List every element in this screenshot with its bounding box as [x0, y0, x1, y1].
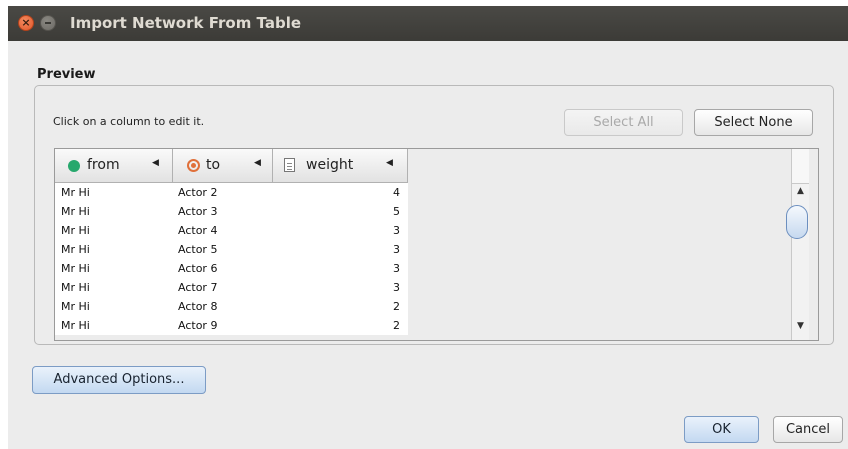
cell-to: Actor 4	[178, 224, 218, 237]
scroll-down-icon[interactable]: ▼	[797, 321, 804, 331]
column-menu-arrow-icon[interactable]: ◀	[386, 158, 393, 168]
cell-weight: 2	[393, 319, 400, 332]
window-title: Import Network From Table	[70, 14, 302, 32]
cancel-button[interactable]: Cancel	[773, 416, 843, 443]
table-row[interactable]: Mr Hi Actor 7 3	[55, 278, 408, 297]
cell-to: Actor 8	[178, 300, 218, 313]
table-row[interactable]: Mr Hi Actor 5 3	[55, 240, 408, 259]
preview-section-label: Preview	[37, 67, 96, 82]
cell-from: Mr Hi	[61, 281, 90, 294]
table-row[interactable]: Mr Hi Actor 3 5	[55, 202, 408, 221]
advanced-options-button[interactable]: Advanced Options...	[32, 366, 206, 394]
cell-from: Mr Hi	[61, 262, 90, 275]
table-row[interactable]: Mr Hi Actor 8 2	[55, 297, 408, 316]
cell-to: Actor 3	[178, 205, 218, 218]
table-row[interactable]: Mr Hi Actor 2 4	[55, 183, 408, 202]
table-body: Mr Hi Actor 2 4 Mr Hi Actor 3 5 Mr Hi Actor 4…	[55, 183, 408, 335]
column-header-label: from	[87, 157, 120, 173]
ok-button[interactable]: OK	[684, 416, 759, 443]
cell-weight: 3	[393, 224, 400, 237]
cell-from: Mr Hi	[61, 300, 90, 313]
column-header-label: to	[206, 157, 221, 173]
cell-from: Mr Hi	[61, 319, 90, 332]
cell-from: Mr Hi	[61, 186, 90, 199]
vertical-scrollbar[interactable]: ▲ ▼	[786, 149, 809, 340]
cell-to: Actor 6	[178, 262, 218, 275]
scrollbar-header-corner	[792, 149, 809, 184]
table-row[interactable]: Mr Hi Actor 9 2	[55, 316, 408, 335]
cell-from: Mr Hi	[61, 205, 90, 218]
select-none-button[interactable]: Select None	[694, 109, 813, 136]
title-bar: × Import Network From Table	[8, 6, 848, 41]
table-row[interactable]: Mr Hi Actor 6 3	[55, 259, 408, 278]
column-header-from[interactable]: from ◀	[55, 149, 173, 183]
cell-to: Actor 7	[178, 281, 218, 294]
close-icon[interactable]: ×	[18, 15, 34, 31]
cell-weight: 5	[393, 205, 400, 218]
cell-weight: 2	[393, 300, 400, 313]
cell-weight: 4	[393, 186, 400, 199]
cell-weight: 3	[393, 262, 400, 275]
cell-weight: 3	[393, 243, 400, 256]
cell-from: Mr Hi	[61, 224, 90, 237]
column-header-label: weight	[306, 157, 354, 173]
column-header-weight[interactable]: weight ◀	[273, 149, 408, 183]
table-row[interactable]: Mr Hi Actor 4 3	[55, 221, 408, 240]
preview-table: from ◀ to ◀ weight ◀ Mr Hi Actor 2 4 Mr Hi…	[54, 148, 819, 341]
target-node-icon	[187, 159, 200, 172]
cell-from: Mr Hi	[61, 243, 90, 256]
scrollbar-thumb[interactable]	[786, 205, 808, 239]
source-node-icon	[68, 160, 80, 172]
column-header-to[interactable]: to ◀	[173, 149, 273, 183]
import-dialog: × Import Network From Table Preview Clic…	[8, 6, 848, 449]
cell-to: Actor 5	[178, 243, 218, 256]
edit-column-hint: Click on a column to edit it.	[53, 115, 205, 128]
cell-weight: 3	[393, 281, 400, 294]
scroll-up-icon[interactable]: ▲	[797, 186, 804, 196]
column-menu-arrow-icon[interactable]: ◀	[152, 158, 159, 168]
column-menu-arrow-icon[interactable]: ◀	[254, 158, 261, 168]
minimize-icon[interactable]	[40, 15, 56, 31]
cell-to: Actor 9	[178, 319, 218, 332]
table-header: from ◀ to ◀ weight ◀	[55, 149, 408, 183]
cell-to: Actor 2	[178, 186, 218, 199]
edge-attribute-icon	[284, 158, 295, 172]
select-all-button[interactable]: Select All	[564, 109, 683, 136]
